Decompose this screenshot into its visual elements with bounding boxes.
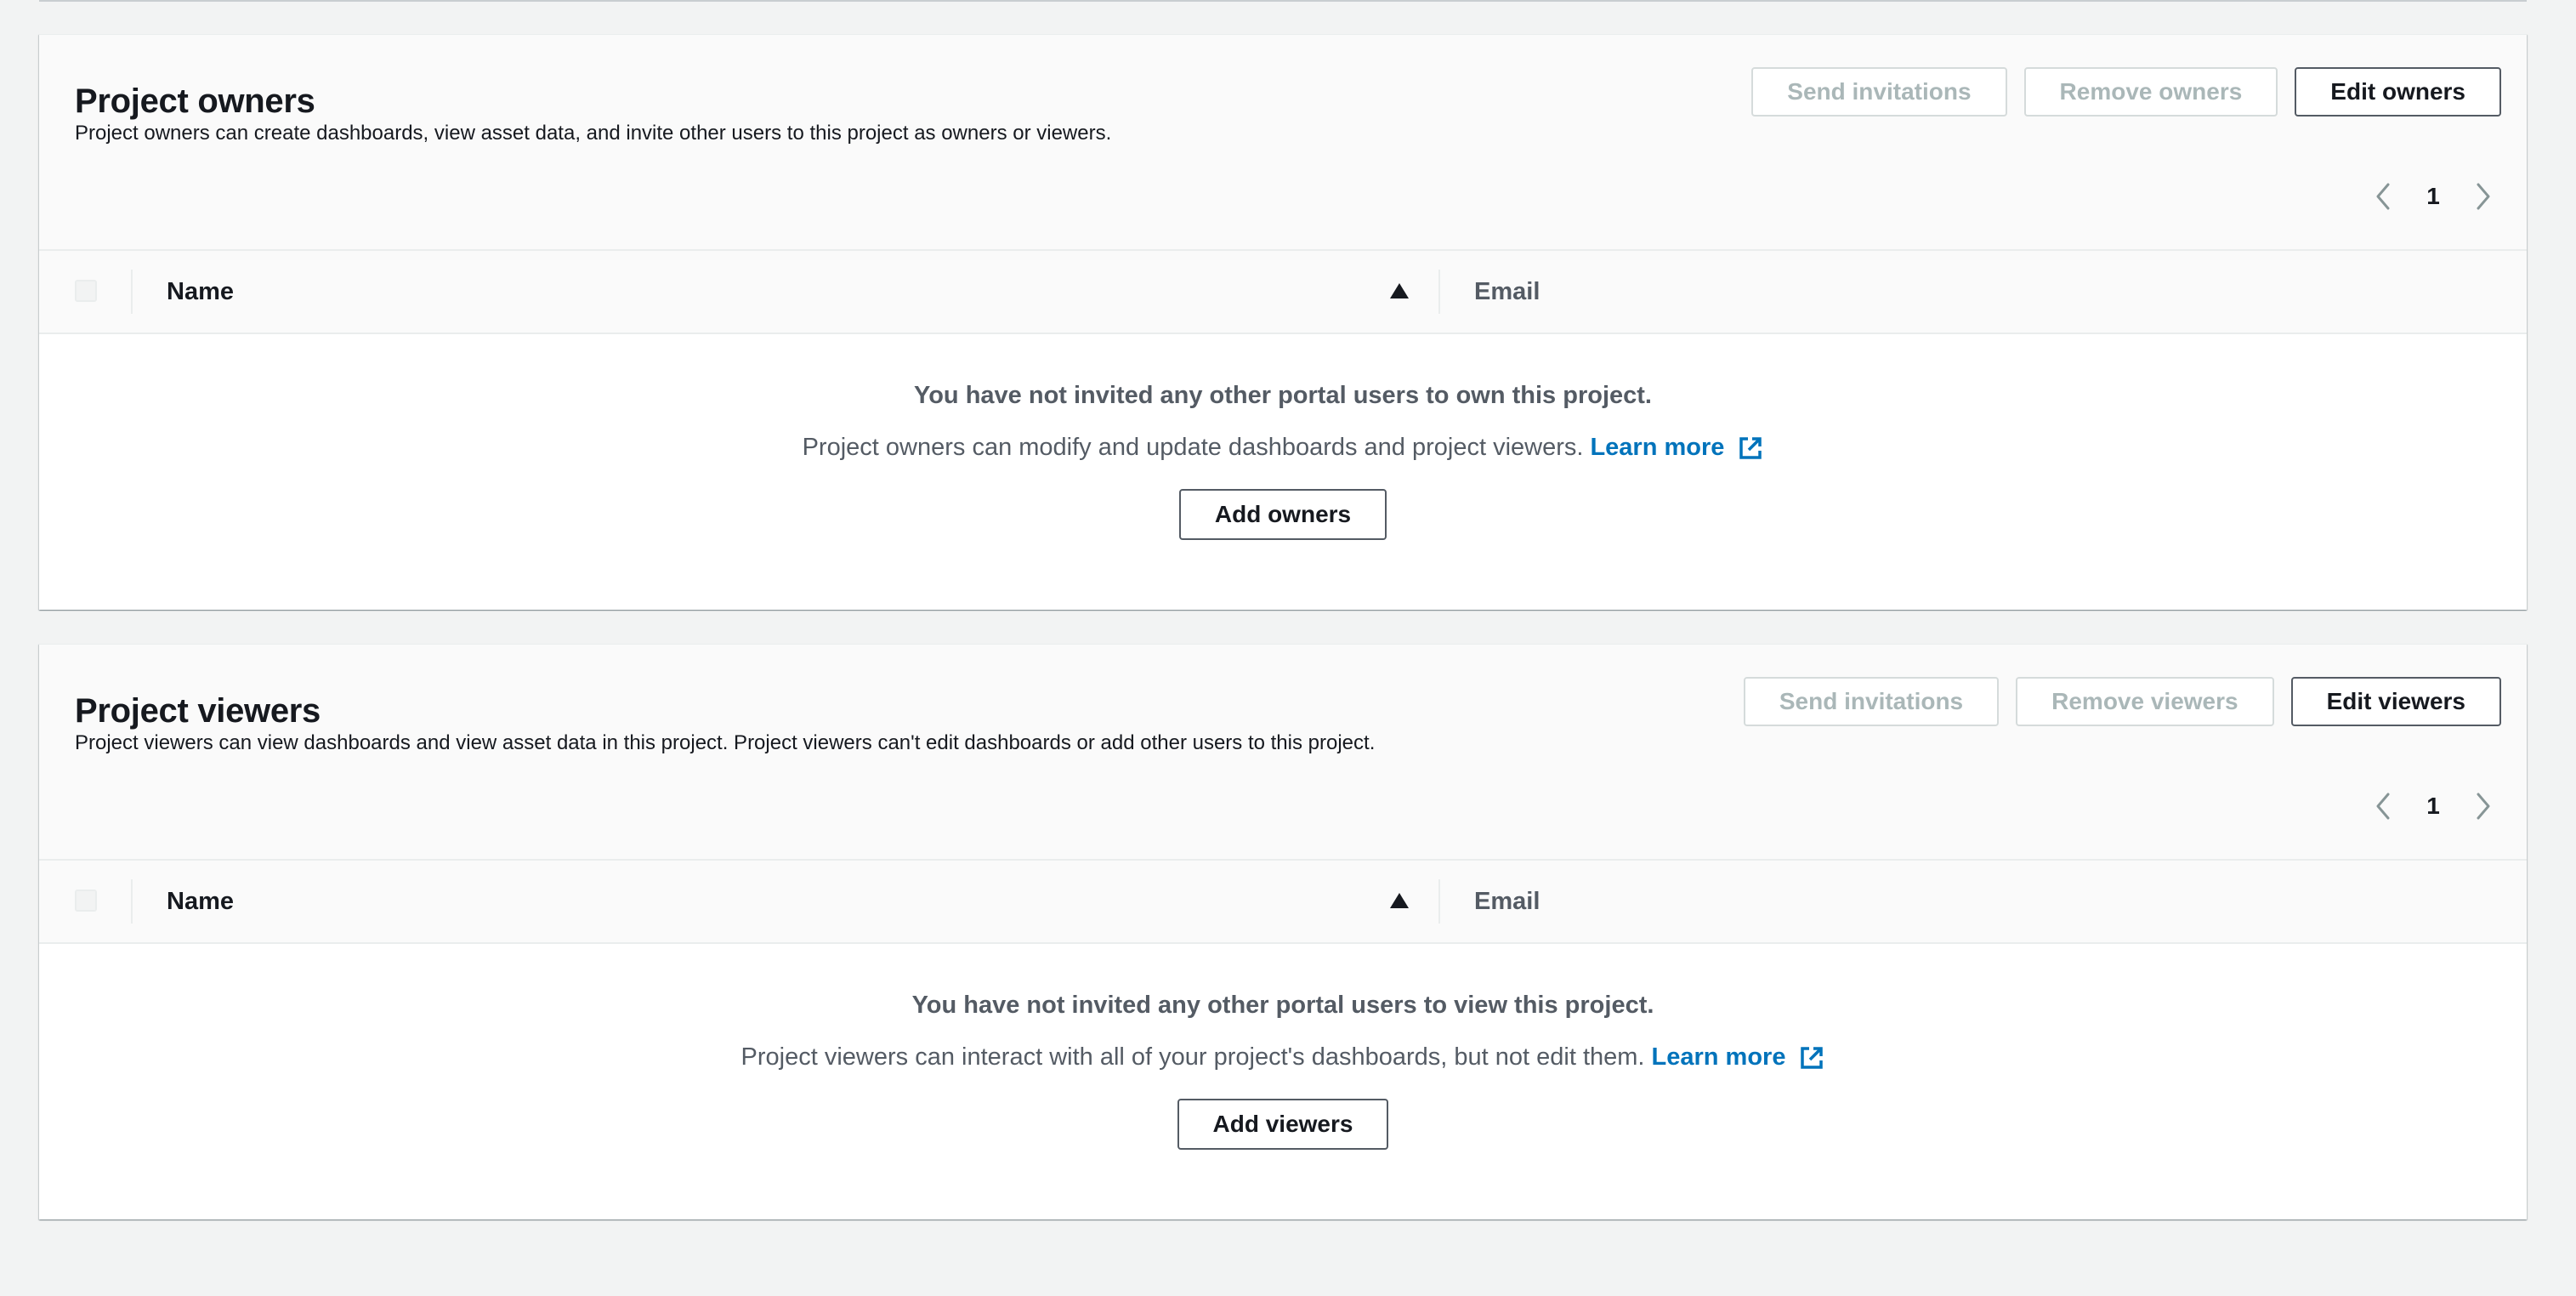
panel-description: Project owners can create dashboards, vi…: [75, 122, 1112, 145]
empty-state-text: Project viewers can interact with all of…: [740, 1043, 1645, 1071]
learn-more-label: Learn more: [1590, 434, 1725, 461]
external-link-icon: [1739, 436, 1762, 459]
learn-more-link[interactable]: Learn more: [1590, 434, 1763, 462]
current-page[interactable]: 1: [2425, 793, 2442, 820]
empty-state: You have not invited any other portal us…: [39, 334, 2527, 540]
send-invitations-button[interactable]: Send invitations: [1751, 67, 2007, 117]
empty-state-actions: Add viewers: [39, 1099, 2527, 1150]
remove-viewers-button[interactable]: Remove viewers: [2016, 677, 2274, 726]
chevron-right-icon[interactable]: [2471, 179, 2496, 213]
column-header-name[interactable]: Name: [167, 888, 234, 916]
empty-state-message: Project owners can modify and update das…: [39, 434, 2527, 462]
empty-state-message: Project viewers can interact with all of…: [39, 1043, 2527, 1071]
panel-description: Project viewers can view dashboards and …: [75, 731, 1376, 754]
empty-state-text: Project owners can modify and update das…: [802, 434, 1584, 461]
edit-owners-button[interactable]: Edit owners: [2295, 67, 2501, 117]
pagination: 1: [2370, 789, 2496, 823]
learn-more-label: Learn more: [1651, 1043, 1786, 1071]
table-header: Name Email: [39, 861, 2527, 944]
column-header-email[interactable]: Email: [1474, 278, 1540, 306]
column-divider: [1438, 879, 1440, 924]
sort-ascending-icon[interactable]: [1389, 281, 1410, 300]
select-all-checkbox[interactable]: [75, 890, 97, 912]
header-actions: Send invitations Remove owners Edit owne…: [1751, 67, 2501, 117]
add-owners-button[interactable]: Add owners: [1178, 489, 1387, 540]
panel-title: Project viewers: [75, 692, 321, 730]
empty-state-title: You have not invited any other portal us…: [911, 992, 1654, 1019]
edit-viewers-button[interactable]: Edit viewers: [2290, 677, 2501, 726]
learn-more-link[interactable]: Learn more: [1652, 1043, 1825, 1071]
pagination: 1: [2370, 179, 2496, 213]
project-owners-panel: Project owners Project owners can create…: [39, 34, 2527, 610]
column-header-name[interactable]: Name: [167, 278, 234, 306]
column-divider: [1438, 270, 1440, 314]
empty-state-actions: Add owners: [39, 489, 2527, 540]
select-all-checkbox[interactable]: [75, 280, 97, 302]
column-divider: [131, 270, 133, 314]
project-viewers-panel: Project viewers Project viewers can view…: [39, 644, 2527, 1219]
previous-section-border: [39, 0, 2527, 2]
column-header-email[interactable]: Email: [1474, 888, 1540, 916]
current-page[interactable]: 1: [2425, 183, 2442, 210]
external-link-icon: [1801, 1046, 1824, 1069]
panel-header: Project owners Project owners can create…: [39, 35, 2527, 251]
remove-owners-button[interactable]: Remove owners: [2023, 67, 2278, 117]
sort-ascending-icon[interactable]: [1389, 891, 1410, 910]
chevron-right-icon[interactable]: [2471, 789, 2496, 823]
table-header: Name Email: [39, 251, 2527, 334]
send-invitations-button[interactable]: Send invitations: [1743, 677, 2000, 726]
empty-state-title: You have not invited any other portal us…: [914, 382, 1652, 409]
empty-state: You have not invited any other portal us…: [39, 944, 2527, 1150]
chevron-left-icon[interactable]: [2370, 789, 2396, 823]
column-divider: [131, 879, 133, 924]
panel-title: Project owners: [75, 82, 315, 120]
add-viewers-button[interactable]: Add viewers: [1177, 1099, 1389, 1150]
header-actions: Send invitations Remove viewers Edit vie…: [1743, 677, 2501, 726]
chevron-left-icon[interactable]: [2370, 179, 2396, 213]
panel-header: Project viewers Project viewers can view…: [39, 645, 2527, 861]
